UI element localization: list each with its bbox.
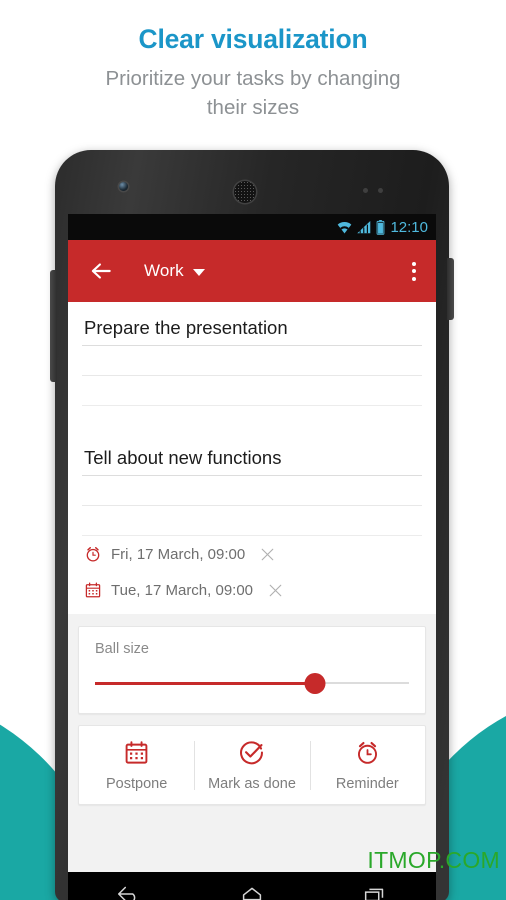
screenshot-root: Clear visualization Prioritize your task… bbox=[0, 0, 506, 900]
signal-icon bbox=[357, 220, 371, 233]
status-bar-clock: 12:10 bbox=[390, 218, 428, 236]
mark-as-done-label: Mark as done bbox=[208, 776, 296, 792]
wifi-icon bbox=[338, 221, 352, 233]
proximity-sensor-icon bbox=[363, 188, 368, 193]
close-icon[interactable] bbox=[269, 584, 282, 597]
tasks-card: Prepare the presentation Tell about new … bbox=[68, 302, 436, 614]
screen-content: Prepare the presentation Tell about new … bbox=[68, 302, 436, 872]
page-subtitle-line-1: Prioritize your tasks by changing bbox=[105, 67, 401, 90]
reminder-text: Fri, 17 March, 09:00 bbox=[111, 545, 246, 563]
overflow-menu-icon[interactable] bbox=[406, 258, 422, 285]
task-title[interactable]: Tell about new functions bbox=[82, 432, 422, 476]
phone-mockup: 12:10 Work Prepare the presentation Tell… bbox=[47, 150, 457, 900]
power-button[interactable] bbox=[447, 258, 454, 320]
task-title[interactable]: Prepare the presentation bbox=[82, 302, 422, 346]
calendar-icon bbox=[125, 741, 148, 764]
check-circle-icon bbox=[240, 741, 264, 765]
app-bar: Work bbox=[68, 240, 436, 302]
task-rule-line bbox=[82, 506, 422, 536]
arrow-back-icon[interactable] bbox=[88, 258, 114, 284]
reminder-row[interactable]: Fri, 17 March, 09:00 bbox=[68, 536, 436, 572]
slider-thumb[interactable] bbox=[304, 673, 326, 694]
task-actions-bar: Postpone Mark as done Reminder bbox=[78, 725, 426, 805]
slider-fill bbox=[95, 681, 315, 685]
page-subtitle-line-2: their sizes bbox=[206, 96, 300, 119]
android-recents-icon[interactable] bbox=[361, 883, 389, 900]
task-rule-line bbox=[82, 376, 422, 406]
calendar-icon bbox=[85, 582, 101, 598]
ball-size-label: Ball size bbox=[95, 641, 149, 657]
task-rule-line bbox=[82, 476, 422, 506]
alarm-clock-icon bbox=[357, 741, 377, 764]
phone-screen: 12:10 Work Prepare the presentation Tell… bbox=[68, 214, 436, 872]
chevron-down-icon[interactable] bbox=[192, 269, 205, 276]
promo-text-block: Clear visualization Prioritize your task… bbox=[0, 22, 506, 122]
light-sensor-icon bbox=[378, 188, 383, 193]
ball-size-card: Ball size bbox=[78, 626, 426, 714]
app-bar-title[interactable]: Work bbox=[144, 261, 184, 281]
mark-as-done-button[interactable]: Mark as done bbox=[194, 739, 309, 792]
earpiece-speaker-icon bbox=[234, 181, 256, 203]
android-back-icon[interactable] bbox=[115, 883, 143, 900]
volume-button[interactable] bbox=[50, 270, 57, 382]
task-spacer bbox=[68, 406, 436, 432]
page-subtitle: Prioritize your tasks by changing their … bbox=[0, 64, 506, 122]
page-title: Clear visualization bbox=[138, 24, 368, 54]
task-rule-line bbox=[82, 346, 422, 376]
task-item[interactable]: Prepare the presentation bbox=[68, 302, 436, 406]
watermark: ITMOP.COM bbox=[367, 847, 500, 873]
android-nav-bar bbox=[68, 872, 436, 900]
front-camera-icon bbox=[119, 182, 128, 191]
task-item[interactable]: Tell about new functions bbox=[68, 432, 436, 536]
ball-size-slider[interactable] bbox=[95, 673, 409, 694]
alarm-clock-icon bbox=[86, 546, 100, 562]
postpone-label: Postpone bbox=[106, 776, 168, 792]
reminder-button[interactable]: Reminder bbox=[309, 739, 425, 792]
close-icon[interactable] bbox=[261, 548, 274, 561]
battery-icon bbox=[377, 219, 385, 235]
reminder-label: Reminder bbox=[335, 776, 399, 792]
due-date-text: Tue, 17 March, 09:00 bbox=[111, 581, 254, 599]
status-bar: 12:10 bbox=[68, 214, 436, 240]
postpone-button[interactable]: Postpone bbox=[79, 739, 194, 792]
due-date-row[interactable]: Tue, 17 March, 09:00 bbox=[68, 572, 436, 608]
status-bar-icons bbox=[336, 219, 385, 235]
android-home-icon[interactable] bbox=[238, 883, 266, 900]
